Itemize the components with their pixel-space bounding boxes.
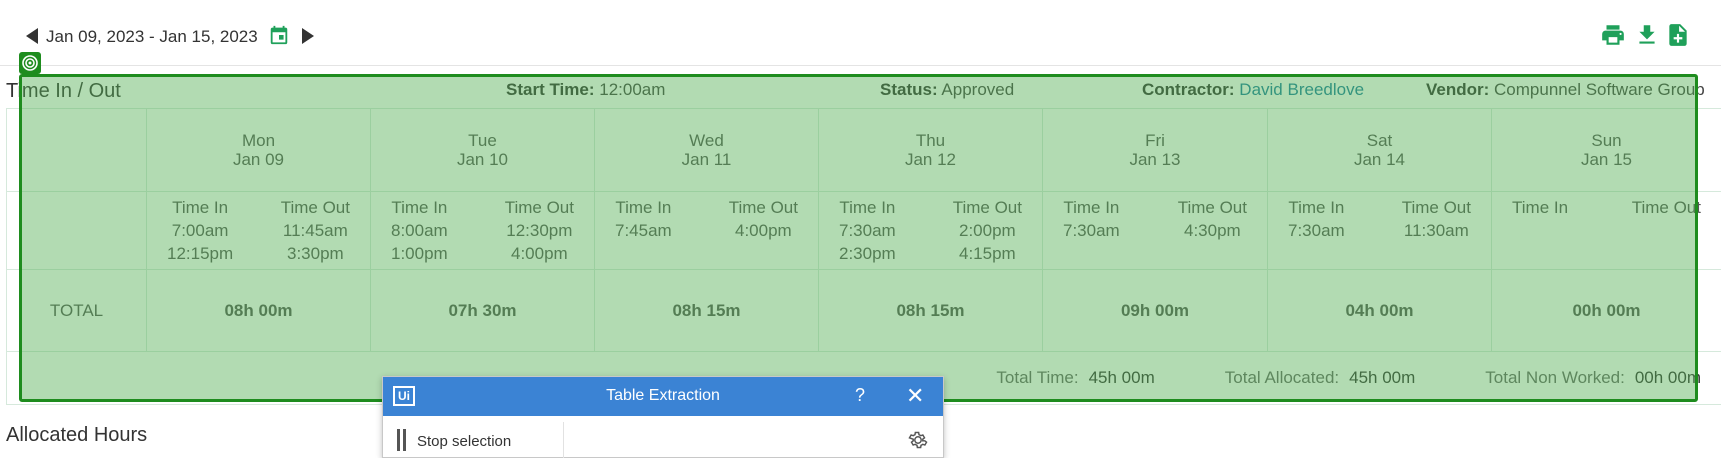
top-toolbar: Jan 09, 2023 - Jan 15, 2023 [0,0,1721,66]
selection-target-icon[interactable] [19,52,41,74]
close-button[interactable]: ✕ [906,383,924,409]
calendar-icon[interactable] [268,24,290,46]
date-range-label: Jan 09, 2023 - Jan 15, 2023 [46,27,258,46]
help-button[interactable]: ? [855,385,865,406]
section-title-allocated-hours: Allocated Hours [6,424,148,446]
gear-icon[interactable] [907,429,929,451]
export-icon[interactable] [1665,22,1691,48]
stop-selection-button[interactable]: Stop selection [417,433,511,450]
selection-highlight[interactable] [19,74,1698,402]
pause-icon[interactable] [397,429,407,451]
print-icon[interactable] [1600,22,1626,48]
download-icon[interactable] [1634,22,1660,48]
dialog-body: Stop selection [383,416,943,458]
table-extraction-dialog: Ui Table Extraction ? ✕ Stop selection [382,376,944,458]
divider [563,422,564,458]
dialog-header: Ui Table Extraction ? ✕ [383,377,943,416]
prev-week-icon[interactable] [26,28,38,44]
next-week-icon[interactable] [302,28,314,44]
